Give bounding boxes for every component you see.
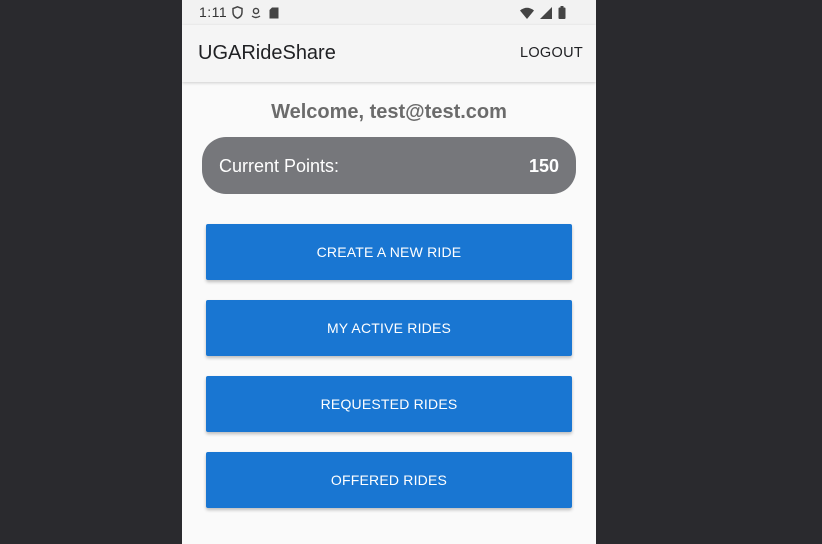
requested-rides-button[interactable]: REQUESTED RIDES [206, 376, 572, 432]
my-active-rides-button[interactable]: MY ACTIVE RIDES [206, 300, 572, 356]
location-icon [251, 7, 261, 19]
logout-button[interactable]: LOGOUT [520, 45, 583, 61]
points-label: Current Points: [219, 156, 340, 176]
status-icons-left [232, 6, 279, 19]
sd-card-icon [269, 7, 279, 19]
phone-screen: 1:11 UGARideShare LOGOUT Welcome, test@t… [182, 0, 596, 544]
app-bar: UGARideShare LOGOUT [182, 25, 596, 82]
offered-rides-button[interactable]: OFFERED RIDES [206, 452, 572, 508]
battery-icon [558, 6, 566, 19]
wifi-icon [520, 7, 534, 19]
status-icons-right [520, 6, 566, 19]
shield-icon [232, 6, 243, 19]
status-time: 1:11 [199, 4, 228, 20]
signal-icon [540, 6, 552, 19]
create-new-ride-button[interactable]: CREATE A NEW RIDE [206, 224, 572, 280]
app-title: UGARideShare [198, 42, 336, 64]
points-card: Current Points: 150 [202, 137, 576, 194]
welcome-message: Welcome, test@test.com [271, 101, 507, 123]
points-value: 150 [528, 156, 559, 176]
status-bar: 1:11 [182, 0, 596, 25]
